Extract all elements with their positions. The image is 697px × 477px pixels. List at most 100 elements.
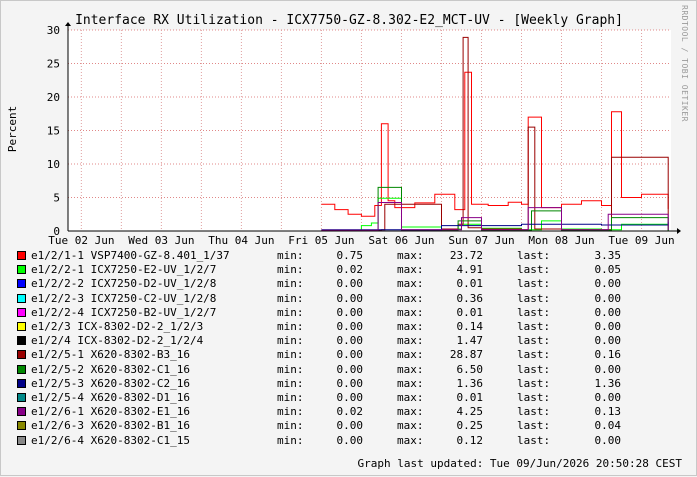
legend-max-label: max: <box>397 363 424 377</box>
legend-series-name: e1/2/4 ICX-8302-D2-2_1/2/4 <box>31 334 203 348</box>
legend-series-name: e1/2/5-4 X620-8302-D1_16 <box>31 391 190 405</box>
rrdtool-watermark: RRDTOOL / TOBI OETIKER <box>680 5 689 122</box>
y-tick-label: 20 <box>47 91 60 104</box>
legend-swatch <box>17 421 26 430</box>
legend-last-label: last: <box>517 405 550 419</box>
legend-min-value: 0.00 <box>307 348 363 362</box>
legend-swatch <box>17 294 26 303</box>
legend-series-name: e1/2/2-4 ICX7250-B2-UV_1/2/7 <box>31 306 216 320</box>
y-tick-label: 15 <box>47 125 60 138</box>
legend-min-label: min: <box>277 348 304 362</box>
legend-max-value: 28.87 <box>427 348 483 362</box>
x-tick-label: Wed 03 Jun <box>128 234 194 247</box>
y-tick-label: 30 <box>47 24 60 37</box>
legend-max-value: 0.01 <box>427 277 483 291</box>
legend-last-label: last: <box>517 292 550 306</box>
legend-last-label: last: <box>517 320 550 334</box>
legend-swatch <box>17 265 26 274</box>
x-tick-label: Mon 08 Jun <box>528 234 594 247</box>
x-tick-label: Fri 05 Jun <box>288 234 354 247</box>
legend-min-value: 0.00 <box>307 434 363 448</box>
legend-min-label: min: <box>277 306 304 320</box>
x-tick-labels: Tue 02 JunWed 03 JunThu 04 JunFri 05 Jun… <box>48 234 674 247</box>
legend-max-label: max: <box>397 348 424 362</box>
legend-max-value: 0.36 <box>427 292 483 306</box>
legend-series-name: e1/2/2-3 ICX7250-C2-UV_1/2/8 <box>31 292 216 306</box>
legend-last-label: last: <box>517 277 550 291</box>
legend-last-label: last: <box>517 249 550 263</box>
legend-max-value: 0.25 <box>427 419 483 433</box>
y-tick-label: 5 <box>53 192 60 205</box>
legend-min-label: min: <box>277 334 304 348</box>
chart-title: Interface RX Utilization - ICX7750-GZ-8.… <box>75 13 623 28</box>
legend-max-value: 1.36 <box>427 377 483 391</box>
legend-max-label: max: <box>397 419 424 433</box>
legend-swatch <box>17 322 26 331</box>
legend-min-value: 0.00 <box>307 377 363 391</box>
legend-swatch <box>17 350 26 359</box>
legend-swatch <box>17 308 26 317</box>
legend-min-value: 0.75 <box>307 249 363 263</box>
legend-min-label: min: <box>277 405 304 419</box>
legend-last-value: 0.00 <box>557 391 621 405</box>
legend-last-label: last: <box>517 348 550 362</box>
legend-last-label: last: <box>517 419 550 433</box>
legend-swatch <box>17 393 26 402</box>
legend-last-value: 3.35 <box>557 249 621 263</box>
legend-max-label: max: <box>397 292 424 306</box>
legend-min-label: min: <box>277 292 304 306</box>
legend-last-value: 0.13 <box>557 405 621 419</box>
legend-min-label: min: <box>277 419 304 433</box>
y-tick-labels: 051015202530 <box>47 24 60 238</box>
legend-min-label: min: <box>277 277 304 291</box>
legend-max-label: max: <box>397 334 424 348</box>
legend-max-value: 6.50 <box>427 363 483 377</box>
legend-min-value: 0.00 <box>307 277 363 291</box>
legend-min-value: 0.00 <box>307 363 363 377</box>
legend-min-label: min: <box>277 263 304 277</box>
legend-min-value: 0.00 <box>307 391 363 405</box>
legend-last-value: 0.00 <box>557 320 621 334</box>
x-tick-label: Thu 04 Jun <box>208 234 274 247</box>
legend-min-value: 0.00 <box>307 292 363 306</box>
x-axis-arrow <box>677 228 681 234</box>
legend-min-value: 0.00 <box>307 419 363 433</box>
legend-series-name: e1/2/2-2 ICX7250-D2-UV_1/2/8 <box>31 277 216 291</box>
legend-last-value: 0.00 <box>557 306 621 320</box>
legend-series-name: e1/2/1-1 VSP7400-GZ-8.401_1/37 <box>31 249 230 263</box>
legend-series-name: e1/2/6-4 X620-8302-C1_15 <box>31 434 190 448</box>
legend-max-value: 4.91 <box>427 263 483 277</box>
legend-max-label: max: <box>397 377 424 391</box>
legend-min-value: 0.02 <box>307 263 363 277</box>
graph-frame: Interface RX Utilization - ICX7750-GZ-8.… <box>0 0 697 476</box>
legend-max-label: max: <box>397 249 424 263</box>
legend-swatch <box>17 407 26 416</box>
legend-last-label: last: <box>517 263 550 277</box>
legend-max-value: 0.14 <box>427 320 483 334</box>
legend-max-label: max: <box>397 391 424 405</box>
legend-swatch <box>17 251 26 260</box>
legend-min-label: min: <box>277 434 304 448</box>
legend-swatch <box>17 365 26 374</box>
y-axis-arrow <box>65 22 71 26</box>
legend-min-value: 0.00 <box>307 306 363 320</box>
legend-swatch <box>17 379 26 388</box>
x-tick-label: Tue 09 Jun <box>608 234 674 247</box>
legend-max-label: max: <box>397 277 424 291</box>
legend-min-label: min: <box>277 363 304 377</box>
legend-min-value: 0.00 <box>307 334 363 348</box>
legend-last-label: last: <box>517 391 550 405</box>
legend-min-value: 0.00 <box>307 320 363 334</box>
legend-max-value: 0.01 <box>427 306 483 320</box>
legend-last-value: 0.00 <box>557 434 621 448</box>
legend-last-label: last: <box>517 377 550 391</box>
legend-min-label: min: <box>277 377 304 391</box>
legend-series-name: e1/2/5-2 X620-8302-C1_16 <box>31 363 190 377</box>
legend-min-label: min: <box>277 249 304 263</box>
last-updated-text: Graph last updated: Tue 09/Jun/2026 20:5… <box>357 457 682 471</box>
legend-max-value: 23.72 <box>427 249 483 263</box>
legend-max-value: 4.25 <box>427 405 483 419</box>
legend-swatch <box>17 336 26 345</box>
legend-max-value: 0.01 <box>427 391 483 405</box>
legend-max-label: max: <box>397 320 424 334</box>
